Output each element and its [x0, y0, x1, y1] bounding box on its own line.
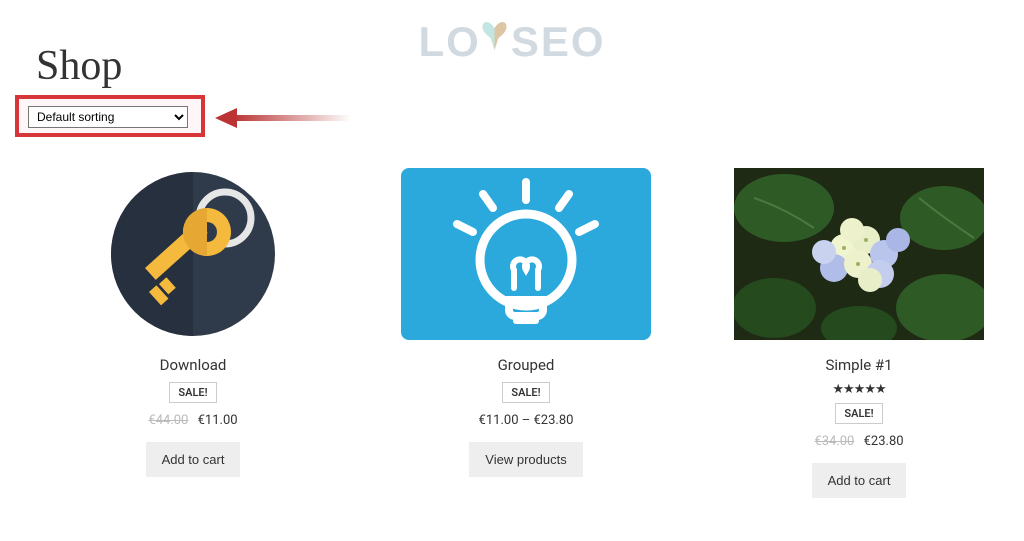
price-current: €11.00 — [198, 413, 238, 428]
product-image-key[interactable] — [68, 168, 318, 340]
logo-watermark: LO SEO — [418, 18, 605, 66]
product-card: Download SALE! €44.00 €11.00 Add to cart — [68, 168, 318, 498]
product-title[interactable]: Download — [160, 356, 227, 374]
sort-dropdown[interactable]: Default sorting — [28, 106, 188, 128]
product-image-bulb[interactable] — [401, 168, 651, 340]
price-current: €23.80 — [864, 434, 904, 449]
view-products-button[interactable]: View products — [469, 442, 582, 477]
add-to-cart-button[interactable]: Add to cart — [812, 463, 907, 498]
product-price-range: €11.00 – €23.80 — [479, 413, 574, 428]
product-card: Simple #1 ★★★★★ SALE! €34.00 €23.80 Add … — [734, 168, 984, 498]
product-card: Grouped SALE! €11.00 – €23.80 View produ… — [401, 168, 651, 498]
product-title[interactable]: Simple #1 — [825, 356, 892, 374]
logo-heart-icon — [481, 18, 511, 66]
products-grid: Download SALE! €44.00 €11.00 Add to cart — [68, 168, 984, 498]
price-old: €44.00 — [148, 413, 188, 428]
sale-badge: SALE! — [169, 382, 216, 403]
annotation-arrow-icon — [215, 106, 355, 134]
product-title[interactable]: Grouped — [498, 356, 555, 374]
add-to-cart-button[interactable]: Add to cart — [146, 442, 241, 477]
product-price: €34.00 €23.80 — [814, 434, 903, 449]
product-image-flower[interactable] — [734, 168, 984, 340]
page-title: Shop — [36, 42, 122, 90]
star-rating: ★★★★★ — [832, 382, 885, 397]
sale-badge: SALE! — [502, 382, 549, 403]
logo-left: LO — [418, 18, 480, 65]
product-price: €44.00 €11.00 — [148, 413, 237, 428]
sale-badge: SALE! — [835, 403, 882, 424]
logo-right: SEO — [511, 18, 606, 65]
price-old: €34.00 — [814, 434, 854, 449]
